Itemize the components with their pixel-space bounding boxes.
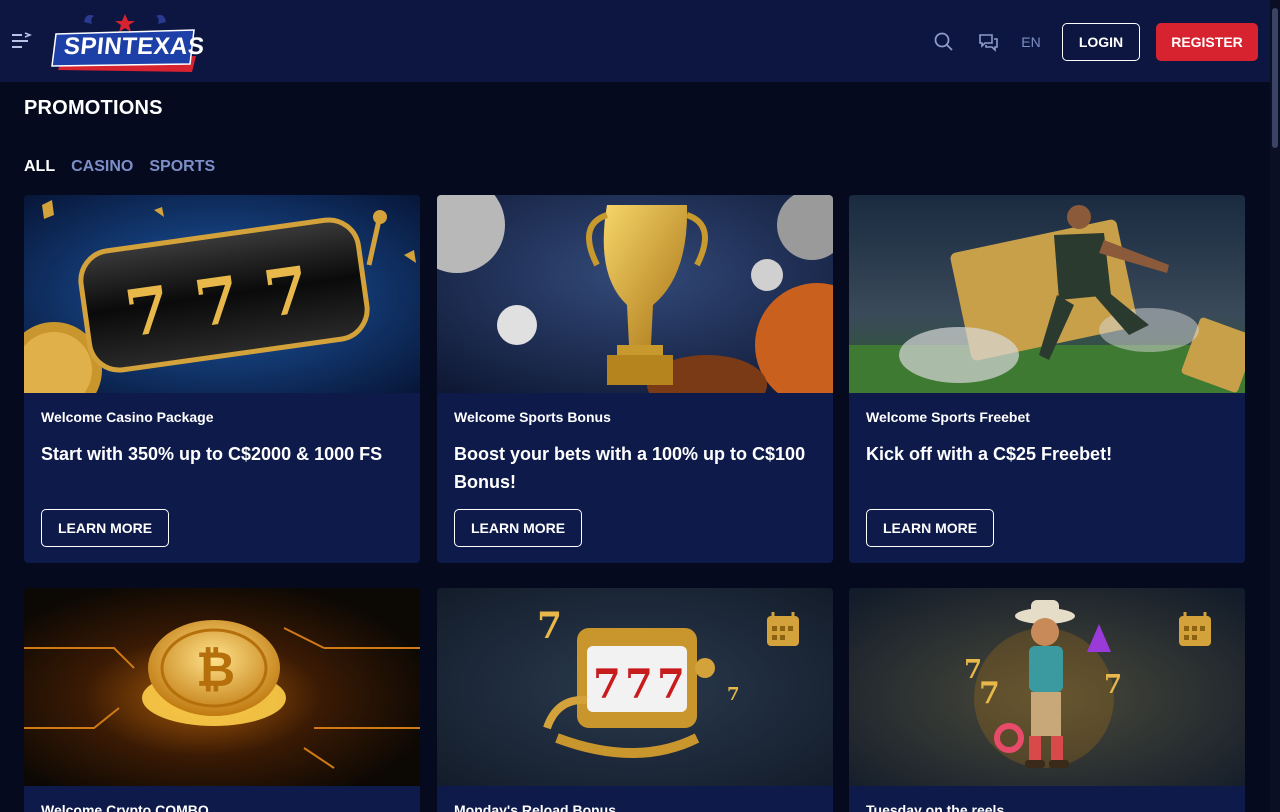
promo-card: Welcome Sports Freebet Kick off with a C… [849, 195, 1245, 563]
register-button[interactable]: REGISTER [1156, 23, 1258, 61]
promo-card: 7 7 7 Tuesday on the reels [849, 588, 1245, 812]
chat-icon[interactable] [977, 31, 999, 53]
svg-text:7: 7 [979, 676, 1000, 711]
language-selector[interactable]: EN [1018, 32, 1044, 52]
learn-more-button[interactable]: LEARN MORE [41, 509, 170, 547]
svg-text:7: 7 [593, 661, 621, 708]
svg-text:₿: ₿ [196, 642, 235, 698]
promo-title: Kick off with a C$25 Freebet! [866, 444, 1113, 464]
svg-text:7: 7 [625, 661, 653, 708]
learn-more-button[interactable]: LEARN MORE [454, 509, 583, 547]
svg-text:7: 7 [727, 684, 740, 705]
cowboy-character-image: 7 7 7 [849, 588, 1245, 786]
promo-category: Welcome Sports Bonus [454, 409, 611, 425]
bitcoin-coin-image: ₿ [24, 588, 420, 786]
promo-card: Welcome Sports Bonus Boost your bets wit… [437, 195, 833, 563]
svg-text:7: 7 [1104, 670, 1122, 700]
svg-text:7: 7 [537, 605, 562, 647]
promo-category: Welcome Crypto COMBO [41, 802, 209, 812]
slot-machine-calendar-image: 7 7 7 7 7 [437, 588, 833, 786]
filter-tab-casino[interactable]: CASINO [71, 157, 133, 177]
brand-logo[interactable]: SPINTEXAS [50, 10, 207, 74]
promo-card: ₿ Welcome Crypto COMBO [24, 588, 420, 812]
promo-category: Tuesday on the reels [866, 802, 1005, 812]
promotion-filter-tabs: ALL CASINO SPORTS [24, 157, 215, 177]
page-title: PROMOTIONS [24, 97, 163, 119]
svg-text:7: 7 [657, 661, 685, 708]
scrollbar-thumb[interactable] [1272, 8, 1278, 148]
filter-tab-all[interactable]: ALL [24, 157, 55, 177]
brand-name: SPINTEXAS [62, 33, 207, 60]
promo-card: 7 7 7 Welcome Casino Package Start with … [24, 195, 420, 563]
slot-machine-image: 7 7 7 [24, 195, 420, 393]
promo-title: Start with 350% up to C$2000 & 1000 FS [41, 444, 383, 464]
promo-card: 7 7 7 7 7 Monday's Reload Bonus [437, 588, 833, 812]
site-header: SPINTEXAS EN LOGIN REGISTER [0, 0, 1270, 82]
filter-tab-sports[interactable]: SPORTS [149, 157, 215, 177]
trophy-image [437, 195, 833, 393]
page-scrollbar[interactable] [1270, 0, 1280, 812]
search-icon[interactable] [933, 31, 955, 53]
login-button[interactable]: LOGIN [1062, 23, 1140, 61]
promo-category: Monday's Reload Bonus [454, 802, 617, 812]
promo-category: Welcome Casino Package [41, 409, 214, 425]
learn-more-button[interactable]: LEARN MORE [866, 509, 995, 547]
football-player-image [849, 195, 1245, 393]
promo-title: Boost your bets with a 100% up to C$100 … [454, 444, 806, 492]
promo-category: Welcome Sports Freebet [866, 409, 1030, 425]
menu-toggle-icon[interactable] [10, 30, 33, 52]
